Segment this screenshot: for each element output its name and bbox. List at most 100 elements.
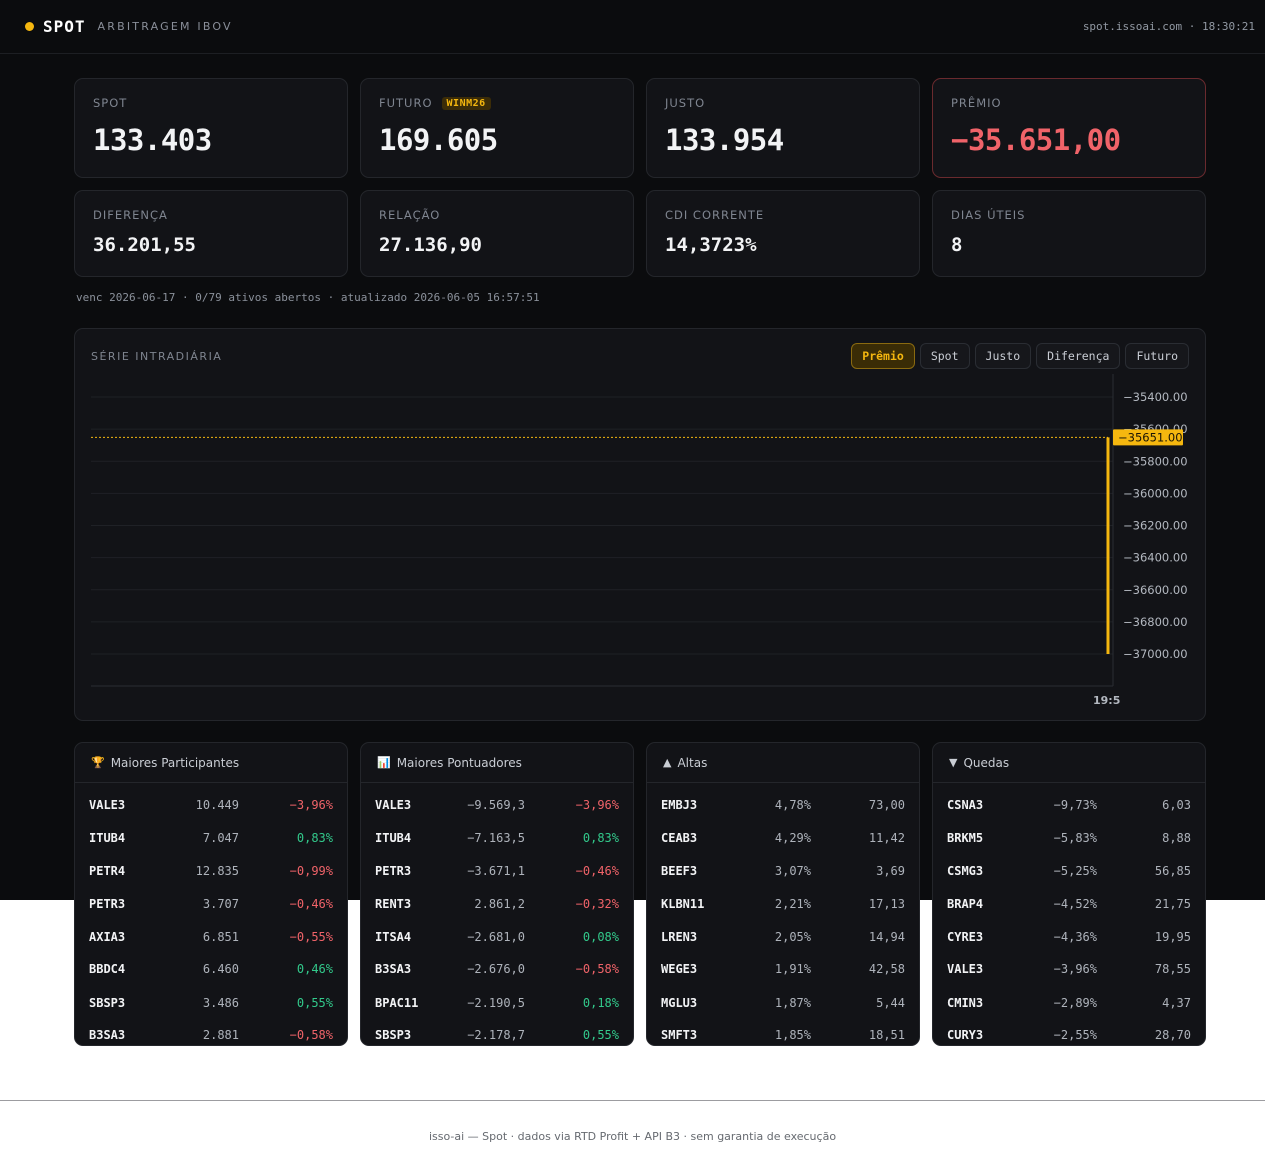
y-tick-label: −36400.00 bbox=[1123, 551, 1188, 565]
price-value: 17,13 bbox=[868, 897, 905, 911]
stat-label: CDI CORRENTE bbox=[665, 208, 765, 222]
list-row[interactable]: CMIN3 −2,89% 4,37 bbox=[933, 996, 1205, 1016]
list-row[interactable]: EMBJ3 4,78% 73,00 bbox=[647, 798, 919, 818]
participation-value: 7.047 bbox=[202, 831, 239, 845]
price-value: 14,94 bbox=[868, 930, 905, 944]
price-value: 3,69 bbox=[876, 864, 905, 878]
ticker-symbol: CSMG3 bbox=[947, 864, 984, 878]
ticker-symbol: SBSP3 bbox=[89, 996, 126, 1010]
list-row[interactable]: CURY3 −2,55% 28,70 bbox=[933, 1028, 1205, 1045]
intraday-chart[interactable]: −35400.00−35600.00−35800.00−36000.00−362… bbox=[75, 329, 1207, 722]
meta-info-line: venc 2026-06-17 · 0/79 ativos abertos · … bbox=[76, 291, 540, 304]
list-row[interactable]: BPAC11 −2.190,5 0,18% bbox=[361, 996, 633, 1016]
stat-value: 36.201,55 bbox=[93, 234, 196, 256]
y-tick-label: −36000.00 bbox=[1123, 486, 1188, 500]
change-percent: −5,83% bbox=[1053, 831, 1097, 845]
price-value: 73,00 bbox=[868, 798, 905, 812]
brand-subtitle: ARBITRAGEM IBOV bbox=[97, 20, 233, 33]
list-row[interactable]: ITUB4 −7.163,5 0,83% bbox=[361, 831, 633, 851]
list-row[interactable]: B3SA3 −2.676,0 −0,58% bbox=[361, 962, 633, 982]
ticker-symbol: ITUB4 bbox=[89, 831, 126, 845]
price-value: 42,58 bbox=[868, 962, 905, 976]
list-row[interactable]: VALE3 −9.569,3 −3,96% bbox=[361, 798, 633, 818]
list-row[interactable]: PETR3 3.707 −0,46% bbox=[75, 897, 347, 917]
list-row[interactable]: CYRE3 −4,36% 19,95 bbox=[933, 930, 1205, 950]
change-percent: 0,55% bbox=[582, 1028, 619, 1042]
change-percent: −3,96% bbox=[1053, 962, 1097, 976]
ticker-symbol: SMFT3 bbox=[661, 1028, 698, 1042]
change-percent: −3,96% bbox=[575, 798, 619, 812]
points-value: −2.190,5 bbox=[467, 996, 525, 1010]
tab-diferenca[interactable]: Diferença bbox=[1036, 343, 1121, 369]
stat-label: DIFERENÇA bbox=[93, 208, 168, 222]
list-row[interactable]: KLBN11 2,21% 17,13 bbox=[647, 897, 919, 917]
ticker-symbol: WEGE3 bbox=[661, 962, 698, 976]
tab-premio[interactable]: Prêmio bbox=[851, 343, 915, 369]
participation-value: 12.835 bbox=[195, 864, 239, 878]
list-row[interactable]: LREN3 2,05% 14,94 bbox=[647, 930, 919, 950]
ticker-symbol: CURY3 bbox=[947, 1028, 984, 1042]
y-tick-label: −36200.00 bbox=[1123, 519, 1188, 533]
list-row[interactable]: CSMG3 −5,25% 56,85 bbox=[933, 864, 1205, 884]
list-row[interactable]: CEAB3 4,29% 11,42 bbox=[647, 831, 919, 851]
ticker-symbol: BEEF3 bbox=[661, 864, 698, 878]
stat-card-justo: JUSTO 133.954 bbox=[646, 78, 920, 178]
participation-value: 6.460 bbox=[202, 962, 239, 976]
change-percent: −3,96% bbox=[289, 798, 333, 812]
list-maiores-pontuadores: 📊 Maiores Pontuadores VALE3 −9.569,3 −3,96… bbox=[360, 742, 634, 1046]
y-tick-label: −37000.00 bbox=[1123, 647, 1188, 661]
list-row[interactable]: MGLU3 1,87% 5,44 bbox=[647, 996, 919, 1016]
list-row[interactable]: SMFT3 1,85% 18,51 bbox=[647, 1028, 919, 1045]
tab-justo[interactable]: Justo bbox=[974, 343, 1032, 369]
brand-logo[interactable]: SPOT bbox=[43, 17, 86, 36]
list-row[interactable]: VALE3 10.449 −3,96% bbox=[75, 798, 347, 818]
list-row[interactable]: BRKM5 −5,83% 8,88 bbox=[933, 831, 1205, 851]
change-percent: −0,46% bbox=[575, 864, 619, 878]
list-row[interactable]: CSNA3 −9,73% 6,03 bbox=[933, 798, 1205, 818]
ticker-symbol: AXIA3 bbox=[89, 930, 126, 944]
list-row[interactable]: BEEF3 3,07% 3,69 bbox=[647, 864, 919, 884]
list-row[interactable]: AXIA3 6.851 −0,55% bbox=[75, 930, 347, 950]
list-row[interactable]: WEGE3 1,91% 42,58 bbox=[647, 962, 919, 982]
tab-futuro[interactable]: Futuro bbox=[1125, 343, 1189, 369]
price-value: 11,42 bbox=[868, 831, 905, 845]
list-row[interactable]: SBSP3 −2.178,7 0,55% bbox=[361, 1028, 633, 1045]
list-title: Altas bbox=[677, 755, 708, 770]
list-row[interactable]: ITSA4 −2.681,0 0,08% bbox=[361, 930, 633, 950]
participation-value: 2.881 bbox=[202, 1028, 239, 1042]
points-value: −9.569,3 bbox=[467, 798, 525, 812]
change-percent: −9,73% bbox=[1053, 798, 1097, 812]
change-percent: −2,55% bbox=[1053, 1028, 1097, 1042]
list-row[interactable]: ITUB4 7.047 0,83% bbox=[75, 831, 347, 851]
ticker-symbol: RENT3 bbox=[375, 897, 412, 911]
stat-label: DIAS ÚTEIS bbox=[951, 208, 1026, 222]
tab-spot[interactable]: Spot bbox=[919, 343, 970, 369]
ticker-symbol: BRKM5 bbox=[947, 831, 984, 845]
list-row[interactable]: RENT3 2.861,2 −0,32% bbox=[361, 897, 633, 917]
list-row[interactable]: BRAP4 −4,52% 21,75 bbox=[933, 897, 1205, 917]
change-percent: 1,85% bbox=[774, 1028, 811, 1042]
list-row[interactable]: PETR3 −3.671,1 −0,46% bbox=[361, 864, 633, 884]
chart-title: SÉRIE INTRADIÁRIA bbox=[91, 350, 223, 363]
ticker-symbol: PETR3 bbox=[375, 864, 412, 878]
list-row[interactable]: PETR4 12.835 −0,99% bbox=[75, 864, 347, 884]
list-header: ▲ Altas bbox=[647, 743, 919, 783]
price-value: 21,75 bbox=[1154, 897, 1191, 911]
price-value: 19,95 bbox=[1154, 930, 1191, 944]
list-row[interactable]: VALE3 −3,96% 78,55 bbox=[933, 962, 1205, 982]
stat-value: −35.651,00 bbox=[951, 123, 1121, 157]
change-percent: 0,08% bbox=[582, 930, 619, 944]
ticker-symbol: PETR4 bbox=[89, 864, 126, 878]
change-percent: 1,87% bbox=[774, 996, 811, 1010]
y-tick-label: −35800.00 bbox=[1123, 454, 1188, 468]
price-value: 56,85 bbox=[1154, 864, 1191, 878]
list-row[interactable]: B3SA3 2.881 −0,58% bbox=[75, 1028, 347, 1045]
ticker-symbol: VALE3 bbox=[375, 798, 412, 812]
list-title: Maiores Pontuadores bbox=[396, 755, 522, 770]
stat-label-wrap: FUTURO WINM26 bbox=[379, 96, 491, 110]
list-row[interactable]: SBSP3 3.486 0,55% bbox=[75, 996, 347, 1016]
price-value: 28,70 bbox=[1154, 1028, 1191, 1042]
stat-value: 133.954 bbox=[665, 123, 784, 157]
stat-label: FUTURO bbox=[379, 96, 433, 110]
list-row[interactable]: BBDC4 6.460 0,46% bbox=[75, 962, 347, 982]
